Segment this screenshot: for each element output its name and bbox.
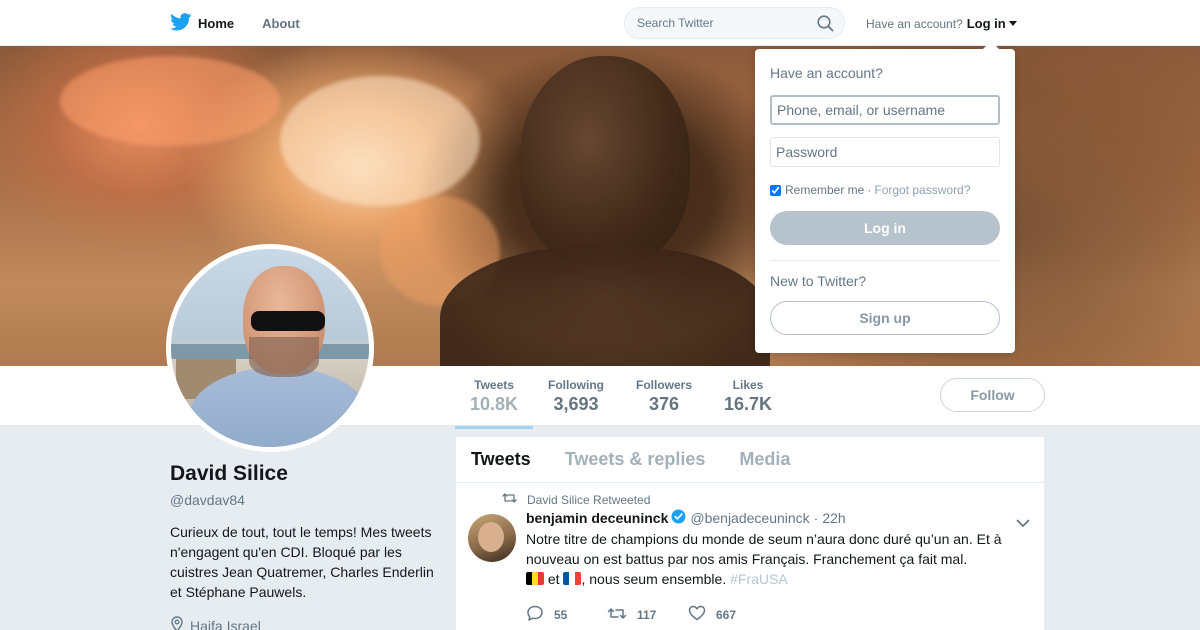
stat-tweets-value: 10.8K xyxy=(470,394,519,414)
search-box xyxy=(624,7,845,39)
dropdown-divider xyxy=(770,260,1000,261)
forgot-password-link[interactable]: Forgot password? xyxy=(874,183,970,197)
avatar-beard xyxy=(249,337,319,377)
stat-following-value: 3,693 xyxy=(553,394,599,414)
stat-followers[interactable]: Followers 376 xyxy=(636,378,692,415)
tweet-text-main: Notre titre de champions du monde de seu… xyxy=(526,531,1002,567)
banner-buddha-body xyxy=(440,246,770,366)
new-to-twitter-text: New to Twitter? xyxy=(770,273,867,289)
profile-name[interactable]: David Silice xyxy=(170,462,440,486)
tweet-text-et: et xyxy=(547,571,560,587)
retweet-icon xyxy=(607,606,637,624)
banner-light-glow xyxy=(60,56,280,146)
stat-likes[interactable]: Likes 16.7K xyxy=(724,378,772,415)
nav-about-link[interactable]: About xyxy=(262,16,300,31)
tab-tweets-and-replies[interactable]: Tweets & replies xyxy=(565,449,706,470)
login-dropdown: Have an account? Remember me · Forgot pa… xyxy=(755,41,1015,353)
login-dropdown-title: Have an account? xyxy=(770,65,883,81)
like-count: 667 xyxy=(716,607,737,622)
nav-about-label: About xyxy=(262,15,300,31)
account-menu: Have an account? Log in xyxy=(866,16,1017,31)
caret-down-icon[interactable] xyxy=(1008,21,1017,26)
tweet-author-name[interactable]: benjamin deceuninck xyxy=(526,510,668,526)
timeline: Tweets Tweets & replies Media David Sili… xyxy=(456,437,1044,630)
login-button[interactable]: Log in xyxy=(770,211,1000,245)
banner-buddha-head xyxy=(520,56,690,266)
have-account-text: Have an account? xyxy=(866,16,963,31)
password-field[interactable] xyxy=(770,137,1000,167)
remember-me-checkbox[interactable] xyxy=(770,184,781,196)
twitter-bird-icon xyxy=(170,12,198,34)
stat-following[interactable]: Following 3,693 xyxy=(548,378,604,415)
tweet-author-avatar[interactable] xyxy=(468,514,516,562)
top-navigation-bar: Home About Have an account? Log in xyxy=(0,0,1200,46)
reply-icon xyxy=(526,605,554,624)
stat-followers-value: 376 xyxy=(648,394,680,414)
verified-icon xyxy=(671,509,686,527)
avatar-sunglasses xyxy=(251,311,325,331)
profile-location-text: Haifa Israel xyxy=(190,617,261,630)
retweet-button[interactable]: 117 xyxy=(607,606,688,624)
search-input[interactable] xyxy=(637,8,817,38)
signup-button[interactable]: Sign up xyxy=(770,301,1000,335)
banner-light-glow xyxy=(280,76,480,206)
tweet-author-handle[interactable]: @benjadeceuninck xyxy=(690,510,809,526)
search-icon[interactable] xyxy=(817,15,834,37)
remember-me-label[interactable]: Remember me xyxy=(785,183,864,197)
nav-home-link[interactable]: Home xyxy=(170,12,235,34)
profile-location: Haifa Israel xyxy=(170,616,440,630)
tab-media[interactable]: Media xyxy=(739,449,790,470)
tweet-avatar-face xyxy=(478,522,504,552)
like-button[interactable]: 667 xyxy=(688,605,769,624)
retweet-icon xyxy=(502,492,527,507)
tweet[interactable]: David Silice Retweeted benjamin deceunin… xyxy=(456,483,1044,624)
profile-avatar[interactable] xyxy=(166,244,374,452)
nav-left-group: Home About xyxy=(170,0,328,46)
remember-me-row: Remember me · Forgot password? xyxy=(770,183,1000,197)
follow-button[interactable]: Follow xyxy=(940,378,1045,412)
tweet-actions: 55 117 667 xyxy=(526,605,1029,624)
profile-bio: Curieux de tout, tout le temps! Mes twee… xyxy=(170,524,434,600)
retweet-context-text[interactable]: David Silice Retweeted xyxy=(527,493,650,507)
username-field[interactable] xyxy=(770,95,1000,125)
tweet-header: benjamin deceuninck @benjadeceuninck · 2… xyxy=(526,509,1029,527)
stat-tweets-label: Tweets xyxy=(474,378,514,392)
tab-tweets[interactable]: Tweets xyxy=(471,449,531,470)
timeline-tabs: Tweets Tweets & replies Media xyxy=(456,437,1044,483)
login-dropdown-toggle[interactable]: Log in xyxy=(967,16,1006,31)
stat-following-label: Following xyxy=(548,378,604,392)
like-icon xyxy=(688,605,716,624)
nav-home-label: Home xyxy=(198,15,235,31)
tweet-text-end: , nous seum ensemble. xyxy=(581,571,727,587)
stat-likes-value: 16.7K xyxy=(724,394,773,414)
tweet-timestamp[interactable]: 22h xyxy=(822,510,845,526)
profile-handle[interactable]: @davdav84 xyxy=(170,492,440,508)
stat-followers-label: Followers xyxy=(636,378,693,392)
tweet-text: Notre titre de champions du monde de seu… xyxy=(526,529,1026,589)
reply-count: 55 xyxy=(554,607,568,622)
chevron-down-icon[interactable] xyxy=(1016,515,1030,533)
tweet-separator-dot: · xyxy=(813,510,819,526)
retweet-count: 117 xyxy=(637,607,657,622)
reply-button[interactable]: 55 xyxy=(526,605,607,624)
retweet-context: David Silice Retweeted xyxy=(502,492,650,507)
tweet-hashtag[interactable]: #FraUSA xyxy=(730,571,788,587)
stat-likes-label: Likes xyxy=(732,378,764,392)
france-flag-icon xyxy=(563,572,582,585)
remember-separator: · xyxy=(867,183,872,197)
profile-header-card: David Silice @davdav84 Curieux de tout, … xyxy=(170,462,440,630)
stat-tweets[interactable]: Tweets 10.8K xyxy=(454,378,534,429)
avatar-photo xyxy=(171,249,369,447)
belgium-flag-icon xyxy=(526,572,544,585)
location-pin-icon xyxy=(170,616,190,630)
